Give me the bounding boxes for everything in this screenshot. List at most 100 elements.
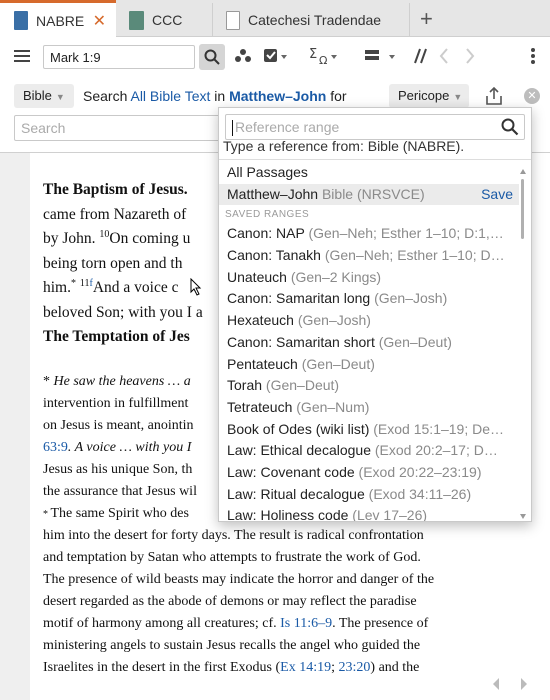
reference-range-input[interactable]: Reference range: [225, 114, 525, 140]
text-fragment: him.: [43, 279, 71, 296]
verse-text: And a voice c: [92, 279, 179, 296]
book-icon: [226, 10, 240, 30]
search-range-link[interactable]: Matthew–John: [229, 88, 326, 104]
menu-icon[interactable]: [14, 49, 30, 63]
tab-nabre[interactable]: NABRE ✕: [0, 0, 116, 38]
close-icon[interactable]: ✕: [93, 11, 106, 31]
input-placeholder: Reference range: [235, 119, 340, 135]
range-name: Tetrateuch: [227, 398, 293, 415]
range-name: Book of Odes (wiki list): [227, 420, 370, 437]
range-detail: (Exod 20:2–17; D…: [374, 442, 498, 459]
list-item[interactable]: Canon: Tanakh (Gen–Neh; Esther 1–10; D…: [219, 245, 519, 267]
list-item[interactable]: Tetrateuch (Gen–Num): [219, 397, 519, 419]
list-item[interactable]: Pentateuch (Gen–Deut): [219, 354, 519, 376]
bible-button-label: Bible: [23, 88, 52, 103]
parallel-icon[interactable]: [410, 46, 430, 66]
search-description: Search All Bible Text in Matthew–John fo…: [83, 88, 347, 104]
range-detail: (Gen–Josh): [297, 312, 371, 329]
new-tab-button[interactable]: +: [420, 6, 433, 32]
footnote-line: Israelites in the desert in the first Ex…: [43, 657, 511, 679]
pericope-label: Pericope: [398, 88, 450, 103]
search-scope-link[interactable]: All Bible Text: [130, 88, 210, 104]
list-item[interactable]: Hexateuch (Gen–Josh): [219, 310, 519, 332]
scroll-up-icon[interactable]: [519, 168, 527, 176]
tab-catechesi-tradendae[interactable]: Catechesi Tradendae: [214, 3, 410, 37]
people-icon[interactable]: [234, 48, 252, 64]
footnote-text: ) and the: [370, 660, 420, 675]
range-detail: (Gen–Deut): [378, 333, 452, 350]
footnote-text: motif of harmony among all creatures; cf…: [43, 616, 281, 631]
list-item[interactable]: Torah (Gen–Deut): [219, 375, 519, 397]
list-item[interactable]: Law: Ethical decalogue (Exod 20:2–17; D…: [219, 440, 519, 462]
search-in-word: in: [214, 88, 226, 104]
range-detail: (Gen–Num): [296, 398, 370, 415]
more-icon[interactable]: [530, 46, 536, 66]
checklist-icon[interactable]: [263, 47, 289, 65]
book-icon: [14, 11, 28, 30]
range-name: Law: Holiness code: [227, 507, 349, 522]
scrollbar-thumb[interactable]: [521, 179, 524, 239]
book-icon: [129, 10, 144, 30]
scripture-ref-link[interactable]: 23:20: [339, 660, 371, 675]
list-item[interactable]: Law: Holiness code (Lev 17–26): [219, 505, 519, 522]
scripture-ref-link[interactable]: Ex 14:19: [280, 660, 331, 675]
search-button[interactable]: [199, 44, 225, 70]
range-detail: (Exod 34:11–26): [368, 485, 472, 502]
range-detail: (Gen–2 Kings): [290, 268, 382, 285]
search-icon: [204, 49, 220, 65]
range-detail: (Exod 15:1–19; De…: [373, 420, 505, 437]
list-item[interactable]: Canon: Samaritan short (Gen–Deut): [219, 332, 519, 354]
range-name: Law: Ethical decalogue: [227, 442, 371, 459]
footnote-text: The same Spirit who des: [50, 506, 189, 521]
range-detail: (Gen–Neh; Esther 1–10; D…: [324, 247, 505, 264]
range-list: All Passages Matthew–John Bible (NRSVCE)…: [219, 162, 521, 522]
range-detail: (Gen–Josh): [374, 290, 448, 307]
scripture-ref-link[interactable]: 63:9: [43, 440, 68, 455]
footnote-text: . The presence of: [332, 616, 429, 631]
footnote-line: and temptation by Satan who attempts to …: [43, 550, 421, 565]
save-button[interactable]: Save: [481, 184, 519, 206]
close-search-icon[interactable]: ✕: [524, 88, 540, 104]
list-item[interactable]: Law: Ritual decalogue (Exod 34:11–26): [219, 484, 519, 506]
footnote-marker[interactable]: *: [71, 278, 76, 289]
search-for-word: for: [330, 88, 347, 104]
mouse-cursor-icon: [190, 278, 202, 296]
search-icon[interactable]: [501, 118, 519, 136]
tab-ccc[interactable]: CCC: [117, 3, 213, 37]
divider: [219, 159, 531, 160]
reference-input[interactable]: Mark 1:9: [43, 45, 195, 69]
list-item[interactable]: Canon: Samaritan long (Gen–Josh): [219, 288, 519, 310]
range-name: Law: Ritual decalogue: [227, 485, 365, 502]
list-item[interactable]: Law: Covenant code (Exod 20:22–23:19): [219, 462, 519, 484]
footnote-line: ministering angels to sustain Jesus reca…: [43, 638, 421, 653]
verse-text: On coming u: [109, 230, 191, 247]
scroll-down-icon[interactable]: [519, 512, 527, 520]
footnote-italic: . A voice … with you I: [67, 440, 192, 455]
chevron-down-icon: ▼: [453, 92, 463, 102]
list-item-all-passages[interactable]: All Passages: [219, 162, 519, 184]
dropdown-hint: Type a reference from: Bible (NABRE).: [223, 138, 465, 154]
range-name: Torah: [227, 377, 263, 394]
list-item[interactable]: Canon: NAP (Gen–Neh; Esther 1–10; D:1,…: [219, 223, 519, 245]
interlinear-icon[interactable]: ƩΩ: [309, 46, 337, 66]
list-item[interactable]: Unateuch (Gen–2 Kings): [219, 267, 519, 289]
scripture-ref-link[interactable]: Is 11:6–9: [280, 616, 332, 631]
pericope-button[interactable]: Pericope ▼: [389, 84, 469, 108]
footnote-marker: *: [43, 509, 51, 520]
ref-separator: ;: [331, 660, 339, 675]
list-item[interactable]: Book of Odes (wiki list) (Exod 15:1–19; …: [219, 419, 519, 441]
verse-number[interactable]: 10: [99, 229, 109, 240]
nav-arrows: [439, 48, 475, 64]
layout-icon[interactable]: [363, 47, 401, 65]
text-cursor: [232, 120, 233, 137]
bible-button[interactable]: Bible ▼: [14, 84, 74, 108]
range-name: Canon: Samaritan long: [227, 290, 371, 307]
share-icon[interactable]: [484, 86, 504, 106]
footnote-line: motif of harmony among all creatures; cf…: [43, 613, 511, 635]
search-prefix: Search: [83, 88, 128, 104]
page-nav-arrows[interactable]: [491, 677, 541, 691]
section-header: SAVED RANGES: [225, 209, 310, 221]
verse-number[interactable]: 11: [80, 278, 90, 289]
list-item-selected[interactable]: Matthew–John Bible (NRSVCE) Save: [219, 183, 519, 206]
range-name: Canon: Tanakh: [227, 247, 321, 264]
